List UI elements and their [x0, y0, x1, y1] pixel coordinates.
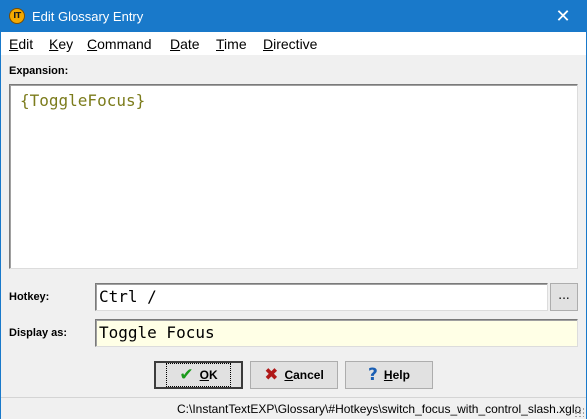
- help-label: Help: [383, 368, 410, 382]
- close-button[interactable]: ✕: [540, 1, 586, 32]
- expansion-textarea[interactable]: {ToggleFocus}: [9, 84, 578, 269]
- menu-time[interactable]: Time: [216, 36, 247, 52]
- cancel-label: Cancel: [284, 368, 324, 382]
- edit-glossary-window: IT Edit Glossary Entry ✕ Edit Key Comman…: [0, 0, 587, 419]
- checkmark-icon: ✔: [179, 365, 194, 385]
- resize-grip-icon[interactable]: [574, 407, 584, 417]
- menu-key[interactable]: Key: [49, 36, 73, 52]
- hotkey-browse-button[interactable]: ...: [550, 283, 578, 311]
- close-icon: ✕: [555, 6, 571, 27]
- status-file-path: C:\InstantTextEXP\Glossary\#Hotkeys\swit…: [177, 402, 582, 416]
- menu-bar: Edit Key Command Date Time Directive: [1, 32, 586, 55]
- menu-directive[interactable]: Directive: [263, 36, 317, 52]
- ok-button[interactable]: ✔ OK: [154, 361, 243, 389]
- display-as-label: Display as:: [9, 327, 68, 339]
- window-title: Edit Glossary Entry: [32, 9, 144, 24]
- hotkey-input[interactable]: Ctrl /: [95, 283, 548, 311]
- menu-edit[interactable]: Edit: [9, 36, 33, 52]
- hotkey-label: Hotkey:: [9, 291, 50, 303]
- expansion-text: {ToggleFocus}: [20, 91, 146, 110]
- cancel-button[interactable]: ✖ Cancel: [250, 361, 338, 389]
- x-icon: ✖: [264, 365, 279, 385]
- display-as-input[interactable]: Toggle Focus: [95, 319, 578, 347]
- question-icon: ?: [368, 365, 378, 385]
- ok-label: OK: [199, 368, 218, 382]
- status-bar: C:\InstantTextEXP\Glossary\#Hotkeys\swit…: [1, 397, 586, 419]
- help-button[interactable]: ? Help: [345, 361, 433, 389]
- menu-date[interactable]: Date: [170, 36, 200, 52]
- title-bar[interactable]: IT Edit Glossary Entry ✕: [1, 1, 586, 32]
- app-icon: IT: [9, 8, 25, 24]
- expansion-label: Expansion:: [9, 65, 69, 77]
- menu-command[interactable]: Command: [87, 36, 152, 52]
